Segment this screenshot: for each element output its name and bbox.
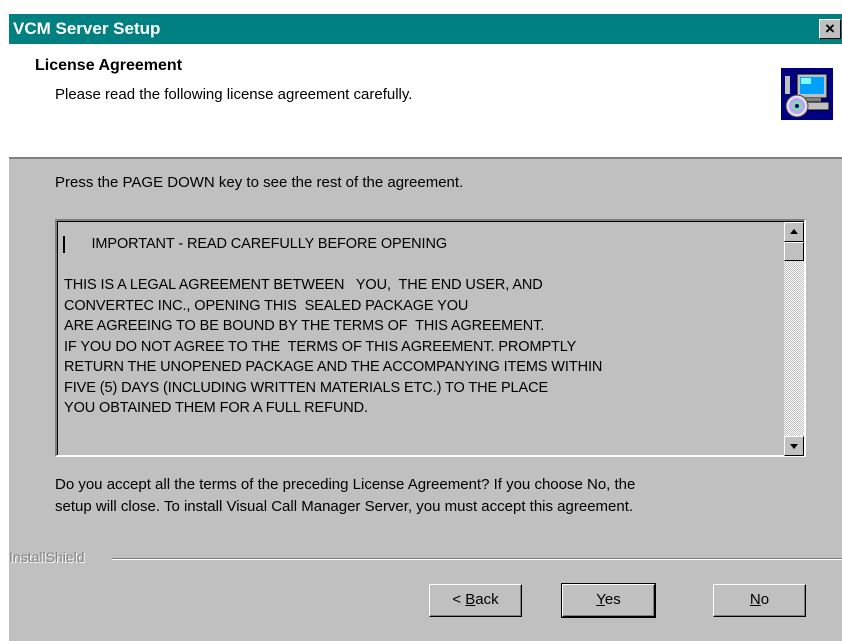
title-bar[interactable]: VCM Server Setup × <box>9 14 842 44</box>
accept-question-line2: setup will close. To install Visual Call… <box>55 498 634 515</box>
no-button-hotkey: N <box>749 591 761 608</box>
close-icon: × <box>825 19 835 38</box>
license-line <box>64 255 602 276</box>
header-title: License Agreement <box>35 57 183 74</box>
close-button[interactable]: × <box>819 19 841 39</box>
header-subtitle: Please read the following license agreem… <box>55 86 413 103</box>
yes-button[interactable]: Yes <box>561 583 656 618</box>
scroll-thumb[interactable] <box>784 242 804 261</box>
scroll-down-button[interactable] <box>784 436 804 456</box>
license-text-area[interactable]: IMPORTANT - READ CAREFULLY BEFORE OPENIN… <box>57 221 804 456</box>
dialog-header: License Agreement Please read the follow… <box>9 44 842 159</box>
back-button-hotkey: B <box>465 591 476 608</box>
yes-button-rest: es <box>604 591 621 608</box>
scroll-up-button[interactable] <box>784 222 804 242</box>
yes-button-hotkey: Y <box>596 591 605 608</box>
license-line: IMPORTANT - READ CAREFULLY BEFORE OPENIN… <box>64 236 448 252</box>
back-button-rest: ack <box>475 591 499 608</box>
back-button[interactable]: < Back <box>429 584 522 617</box>
window-title: VCM Server Setup <box>13 19 161 38</box>
arrow-up-icon <box>790 229 798 234</box>
license-line: YOU OBTAINED THEM FOR A FULL REFUND. <box>64 400 368 416</box>
arrow-down-icon <box>790 444 798 449</box>
license-line: IF YOU DO NOT AGREE TO THE TERMS OF THIS… <box>64 338 577 355</box>
license-line: THIS IS A LEGAL AGREEMENT BETWEEN YOU, T… <box>64 277 543 293</box>
setup-dialog: VCM Server Setup × License Agreement Ple… <box>9 14 842 641</box>
license-textbox[interactable]: IMPORTANT - READ CAREFULLY BEFORE OPENIN… <box>55 219 806 457</box>
back-button-prefix: < <box>452 591 466 608</box>
no-button[interactable]: No <box>713 584 806 617</box>
no-button-rest: o <box>760 591 770 608</box>
footer-divider <box>112 558 842 560</box>
page-down-instructions: Press the PAGE DOWN key to see the rest … <box>55 174 464 191</box>
license-line: RETURN THE UNOPENED PACKAGE AND THE ACCO… <box>64 359 603 375</box>
accept-question-line1: Do you accept all the terms of the prece… <box>55 476 636 493</box>
license-line: ARE AGREEING TO BE BOUND BY THE TERMS OF… <box>64 318 545 334</box>
license-text: IMPORTANT - READ CAREFULLY BEFORE OPENIN… <box>64 234 602 419</box>
license-line: CONVERTEC INC., OPENING THIS SEALED PACK… <box>64 297 469 314</box>
vertical-scrollbar[interactable] <box>784 222 804 456</box>
setup-computer-cd-icon <box>781 68 833 120</box>
license-line: FIVE (5) DAYS (INCLUDING WRITTEN MATERIA… <box>64 379 549 396</box>
installshield-label: InstallShield <box>9 549 85 565</box>
